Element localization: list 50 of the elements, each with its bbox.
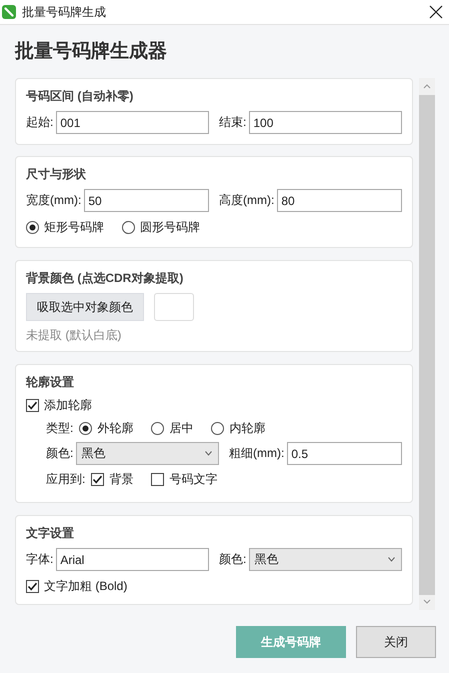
radio-label: 居中 (169, 420, 194, 436)
checkbox[interactable] (91, 472, 104, 486)
input-field[interactable]: Arial (56, 548, 209, 571)
pick-color-button[interactable]: 吸取选中对象颜色 (26, 293, 144, 321)
field-label: 颜色: (46, 445, 74, 462)
radio-label: 内轮廓 (229, 420, 266, 436)
section-title: 背景颜色 (点选CDR对象提取) (26, 270, 184, 287)
input-field[interactable]: 80 (277, 189, 402, 212)
radio-button[interactable] (79, 422, 92, 434)
input-field[interactable]: 001 (56, 111, 209, 134)
close-icon[interactable] (429, 5, 443, 19)
page-heading: 批量号码牌生成器 (15, 40, 168, 64)
section-title: 尺寸与形状 (26, 166, 87, 183)
chevron-down-icon (388, 557, 395, 562)
radio-button[interactable] (26, 220, 39, 234)
checkbox[interactable] (26, 580, 39, 592)
section-title: 号码区间 (自动补零) (26, 88, 134, 105)
close-button[interactable]: 关闭 (356, 626, 436, 658)
radio-label: 圆形号码牌 (140, 218, 200, 236)
input-field[interactable]: 100 (249, 111, 402, 134)
radio-label: 矩形号码牌 (44, 218, 104, 236)
checkbox-label: 背景 (109, 470, 134, 488)
color-dropdown[interactable]: 黑色 (249, 548, 402, 571)
chevron-down-icon (205, 451, 212, 456)
input-field[interactable]: 50 (84, 189, 209, 212)
field-label: 应用到: (46, 470, 86, 488)
radio-button[interactable] (122, 220, 135, 234)
field-label: 宽度(mm): (26, 192, 82, 209)
section-title: 轮廓设置 (26, 374, 75, 391)
window-title: 批量号码牌生成 (22, 4, 107, 20)
color-dropdown[interactable]: 黑色 (76, 442, 219, 465)
color-swatch (154, 293, 194, 321)
field-label: 类型: (46, 420, 74, 436)
field-label: 颜色: (219, 551, 246, 568)
checkbox[interactable] (26, 398, 39, 412)
checkbox-label: 号码文字 (169, 470, 218, 488)
checkbox[interactable] (151, 472, 164, 486)
field-label: 起始: (26, 114, 54, 131)
radio-label: 外轮廓 (97, 420, 134, 436)
field-label: 字体: (26, 551, 54, 568)
checkbox-label: 添加轮廓 (44, 396, 92, 414)
checkbox-label: 文字加粗 (Bold) (44, 578, 128, 594)
field-label: 高度(mm): (219, 192, 274, 209)
radio-button[interactable] (211, 422, 224, 434)
field-label: 粗细(mm): (229, 445, 284, 462)
section-title: 文字设置 (26, 525, 75, 542)
input-field[interactable]: 0.5 (287, 442, 402, 465)
status-text: 未提取 (默认白底) (26, 327, 122, 343)
radio-button[interactable] (151, 422, 164, 434)
field-label: 结束: (219, 114, 246, 131)
